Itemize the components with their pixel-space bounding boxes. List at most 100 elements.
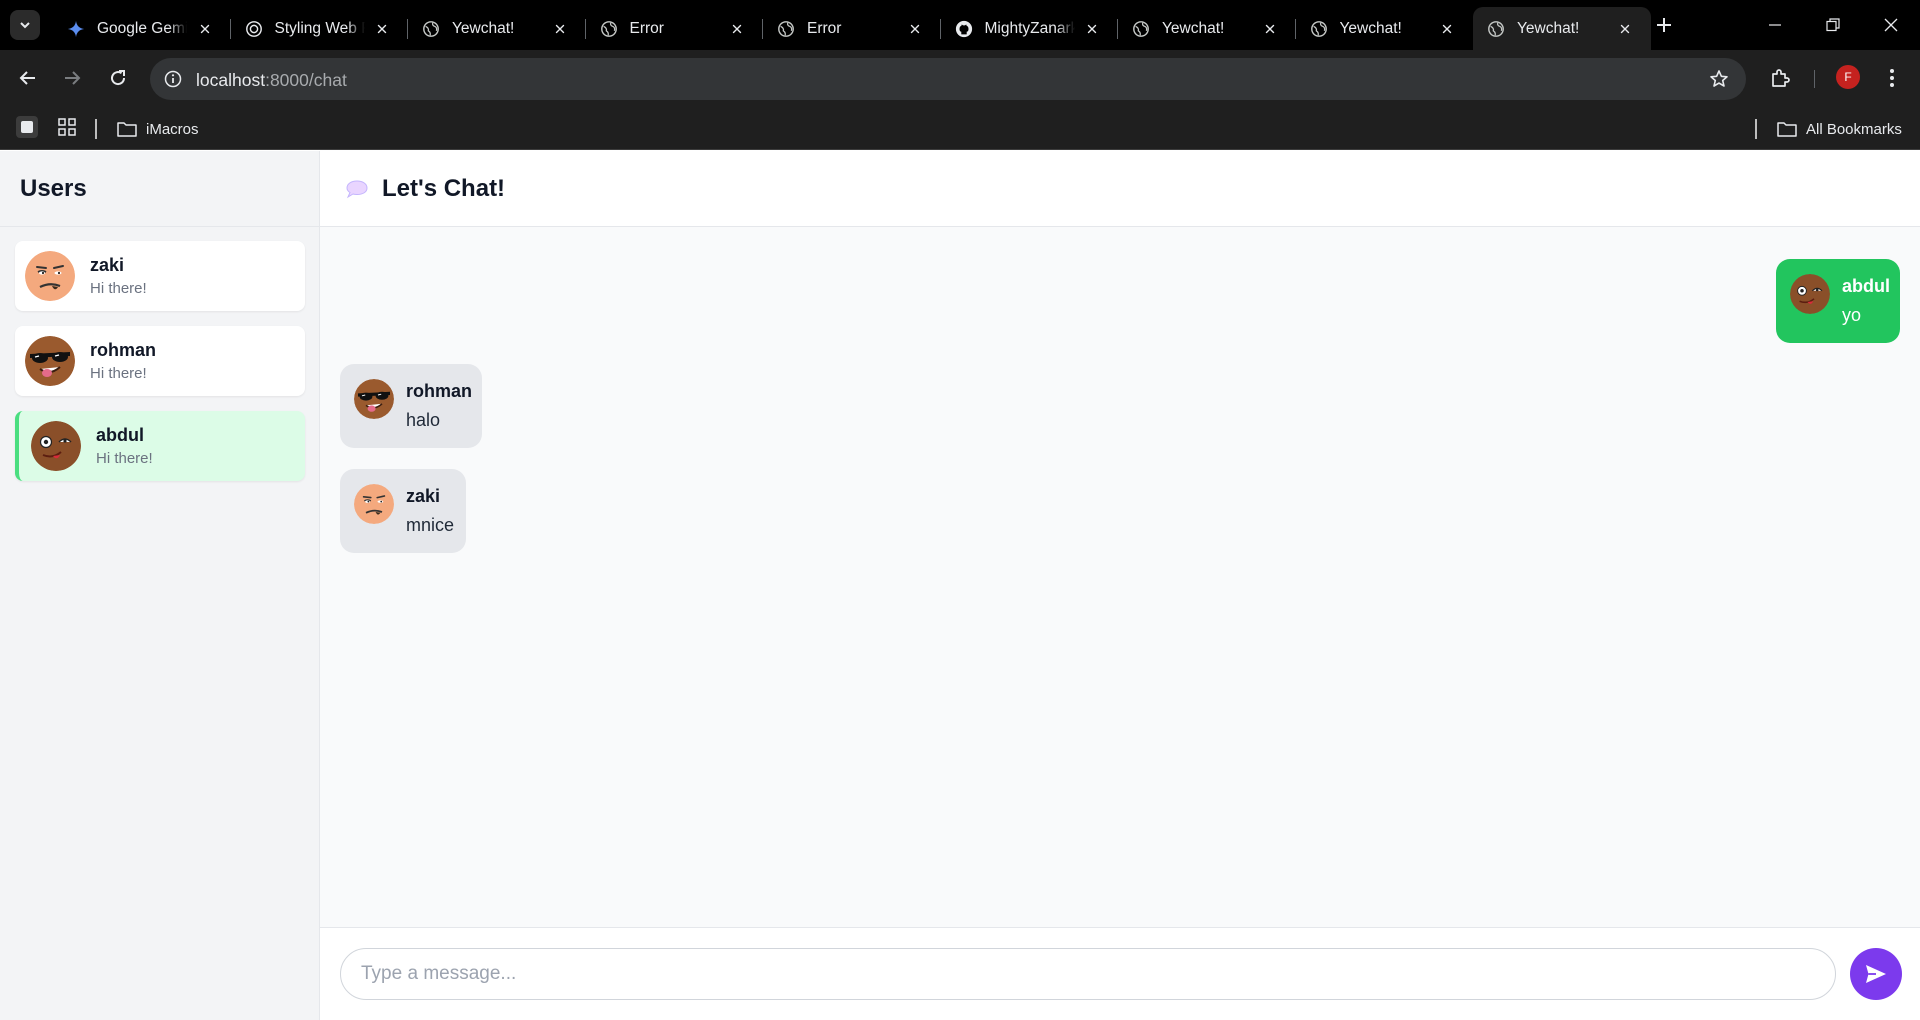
gemini-icon <box>66 19 86 39</box>
browser-tab[interactable]: Error <box>586 7 763 50</box>
message-composer <box>320 927 1920 1020</box>
grid-icon <box>58 118 76 136</box>
browser-menu-button[interactable] <box>1878 64 1906 92</box>
tab-title: Error <box>629 19 664 37</box>
github-icon <box>954 19 974 39</box>
tab-title: Error <box>807 19 842 37</box>
tab-close-button[interactable] <box>727 19 747 39</box>
square-icon <box>21 121 33 133</box>
all-bookmarks-label: All Bookmarks <box>1806 120 1902 138</box>
bookmark-star-button[interactable] <box>1708 68 1730 90</box>
tab-title: Google Gemini <box>97 19 187 37</box>
arrow-left-icon <box>19 71 35 85</box>
send-button[interactable] <box>1850 948 1902 1000</box>
apps-grid-button[interactable] <box>57 117 77 137</box>
close-icon <box>553 22 567 36</box>
chat-app: Users zaki Hi there! rohman Hi there! abdul H… <box>0 151 1920 1020</box>
plus-icon <box>1657 18 1671 32</box>
kebab-menu-icon <box>1890 69 1894 87</box>
user-name: abdul <box>96 425 144 445</box>
close-icon <box>908 22 922 36</box>
url-path: :8000/chat <box>265 70 347 90</box>
tab-close-button[interactable] <box>1437 19 1457 39</box>
bookmark-folder-imacros[interactable]: iMacros <box>116 117 199 141</box>
browser-tab[interactable]: Yewchat! <box>1473 7 1651 50</box>
forward-button[interactable] <box>58 64 86 92</box>
message-text: halo <box>406 410 441 430</box>
user-name: zaki <box>90 255 125 275</box>
message-author: abdul <box>1842 276 1890 296</box>
browser-tab[interactable]: Yewchat! <box>408 7 586 50</box>
user-item-abdul[interactable]: abdul Hi there! <box>15 411 305 481</box>
new-tab-button[interactable] <box>1652 13 1676 37</box>
extensions-button[interactable] <box>1766 64 1794 92</box>
browser-tab[interactable]: Error <box>763 7 941 50</box>
chat-panel: Let's Chat! abdul yo rohman halo zaki mnice <box>320 151 1920 1020</box>
browser-tab[interactable]: Yewchat! <box>1118 7 1296 50</box>
speech-bubble-icon <box>344 178 370 200</box>
toolbar-divider <box>1814 70 1815 88</box>
tab-close-button[interactable] <box>195 19 215 39</box>
browser-tab[interactable]: Styling Web Pages <box>231 7 408 50</box>
avatar <box>354 379 394 419</box>
user-meta: rohman Hi there! <box>90 340 156 382</box>
tab-close-button[interactable] <box>1615 19 1635 39</box>
reload-button[interactable] <box>104 64 132 92</box>
browser-tab[interactable]: Google Gemini <box>53 7 231 50</box>
all-bookmarks-button[interactable]: All Bookmarks <box>1776 117 1902 141</box>
tab-close-button[interactable] <box>1260 19 1280 39</box>
user-item-zaki[interactable]: zaki Hi there! <box>15 241 305 311</box>
close-icon <box>375 22 389 36</box>
tab-title: Yewchat! <box>1162 19 1225 37</box>
browser-tab[interactable]: MightyZanark <box>941 7 1118 50</box>
close-icon <box>1618 22 1632 36</box>
users-sidebar: Users zaki Hi there! rohman Hi there! abdul H… <box>0 151 320 1020</box>
close-icon <box>1085 22 1099 36</box>
message-text: mnice <box>406 515 455 535</box>
user-list: zaki Hi there! rohman Hi there! abdul Hi ther… <box>0 227 319 481</box>
message-text: yo <box>1842 305 1862 325</box>
message-author: zaki <box>406 486 441 506</box>
bookmark-app-square[interactable] <box>16 116 38 138</box>
tab-close-button[interactable] <box>1082 19 1102 39</box>
tab-close-button[interactable] <box>550 19 570 39</box>
tab-list: Google Gemini Styling Web Pages Yewchat! Er… <box>53 7 1651 50</box>
message-input[interactable] <box>340 948 1836 1000</box>
browser-tab[interactable]: Yewchat! <box>1296 7 1474 50</box>
user-meta: zaki Hi there! <box>90 255 147 297</box>
tab-title: Yewchat! <box>452 19 515 37</box>
restore-button[interactable] <box>1804 0 1862 50</box>
arrow-right-icon <box>65 71 81 85</box>
window-close-button[interactable] <box>1862 0 1920 50</box>
minimize-button[interactable] <box>1746 0 1804 50</box>
tab-close-button[interactable] <box>905 19 925 39</box>
tab-close-button[interactable] <box>372 19 392 39</box>
message-bubble: rohman halo <box>340 364 482 448</box>
sidebar-header: Users <box>0 151 319 227</box>
close-icon <box>1263 22 1277 36</box>
bookmark-label: iMacros <box>146 120 199 138</box>
close-icon <box>198 22 212 36</box>
site-info-icon[interactable] <box>163 69 183 89</box>
url-text[interactable]: localhost:8000/chat <box>196 70 347 91</box>
browser-tab-strip: Google Gemini Styling Web Pages Yewchat! Er… <box>0 0 1920 50</box>
message-body: abdul yo <box>1842 274 1890 326</box>
profile-avatar[interactable]: F <box>1836 65 1860 89</box>
folder-icon <box>116 120 138 138</box>
tab-title: MightyZanark <box>984 19 1075 37</box>
bookmarks-divider <box>1755 119 1757 139</box>
chat-header: Let's Chat! <box>320 151 1920 227</box>
send-icon <box>1866 965 1886 983</box>
tab-search-button[interactable] <box>10 10 40 40</box>
avatar <box>1790 274 1830 314</box>
address-bar[interactable]: localhost:8000/chat <box>150 58 1746 100</box>
message-bubble: zaki mnice <box>340 469 466 553</box>
puzzle-icon <box>1772 69 1790 87</box>
message-author: rohman <box>406 381 473 401</box>
avatar <box>25 251 75 301</box>
globe-icon <box>1486 19 1506 39</box>
back-button[interactable] <box>14 64 42 92</box>
user-item-rohman[interactable]: rohman Hi there! <box>15 326 305 396</box>
bookmarks-divider <box>95 119 97 139</box>
window-controls <box>1746 0 1920 50</box>
